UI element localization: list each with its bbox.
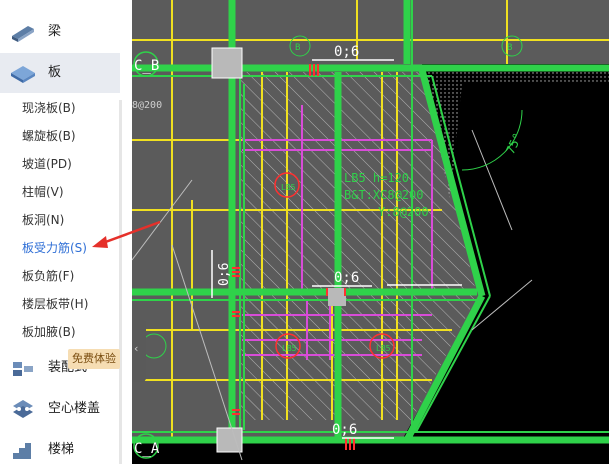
collapse-sidebar-tab[interactable]: ‹ <box>132 320 146 382</box>
axis-label-ca: C_A <box>134 441 160 457</box>
category-stair-label: 楼梯 <box>48 442 75 457</box>
slab-item-floor-strip[interactable]: 楼层板带(H) <box>22 295 88 313</box>
dimension-label-top: 0;6 <box>334 44 359 60</box>
beam-icon <box>12 26 34 42</box>
cad-drawing: C_B C_A 0;6 0;6 0;6 0;6 LB5 LB5 LB5 LB5 … <box>132 0 609 464</box>
slab-item-cast-in-place[interactable]: 现浇板(B) <box>22 99 76 117</box>
region-label-2: B <box>507 43 512 53</box>
category-slab-label: 板 <box>48 65 62 80</box>
slab-item-opening[interactable]: 板洞(N) <box>22 211 64 229</box>
category-beam-label: 梁 <box>48 24 62 39</box>
free-trial-badge[interactable]: 免费体验 <box>68 349 120 369</box>
component-sidebar: 梁 板 现浇板(B) 螺旋板(B) 坡道(PD) 柱帽(V) 板洞(N) 板受力… <box>0 0 132 464</box>
prefab-icon <box>13 362 33 376</box>
category-beam[interactable]: 梁 <box>0 12 120 52</box>
cad-drawing-canvas[interactable]: C_B C_A 0;6 0;6 0;6 0;6 LB5 LB5 LB5 LB5 … <box>132 0 609 464</box>
slab-item-column-cap[interactable]: 柱帽(V) <box>22 183 64 201</box>
slab-item-ramp[interactable]: 坡道(PD) <box>22 155 72 173</box>
partial-rebar-text: 8@200 <box>132 100 162 111</box>
rebar-note-line3: Y:8@200 <box>378 205 429 219</box>
slab-item-haunch[interactable]: 板加腋(B) <box>22 323 76 341</box>
region-label-1: B <box>295 43 300 53</box>
slab-tag-1: LB5 <box>281 183 296 192</box>
dimension-label-vertical: 0;6 <box>217 263 232 286</box>
stair-icon <box>13 443 31 459</box>
axis-label-cb: C_B <box>134 58 159 74</box>
category-hollow-floor[interactable]: 空心楼盖 <box>0 389 120 429</box>
dimension-label-bottom: 0;6 <box>332 422 357 438</box>
category-hollow-floor-label: 空心楼盖 <box>48 401 101 416</box>
category-slab[interactable]: 板 <box>0 53 120 93</box>
hollow-floor-icon <box>13 400 33 418</box>
sidebar-scrollbar[interactable] <box>119 100 122 464</box>
slab-icon <box>11 66 35 83</box>
chevron-left-icon: ‹ <box>134 342 139 355</box>
slab-item-main-rebar[interactable]: 板受力筋(S) <box>22 239 87 257</box>
rebar-note-line1: LB5 h=120 <box>344 171 409 185</box>
slab-tag-3: LB5 <box>376 344 391 353</box>
slab-tag-2: LB5 <box>282 344 297 353</box>
slab-item-spiral[interactable]: 螺旋板(B) <box>22 127 76 145</box>
slab-item-negative-rebar[interactable]: 板负筋(F) <box>22 267 74 285</box>
category-stair[interactable]: 楼梯 <box>0 430 120 470</box>
rebar-note-line2: B&T:XC8@200 <box>344 188 423 202</box>
dimension-label-middle: 0;6 <box>334 270 359 286</box>
